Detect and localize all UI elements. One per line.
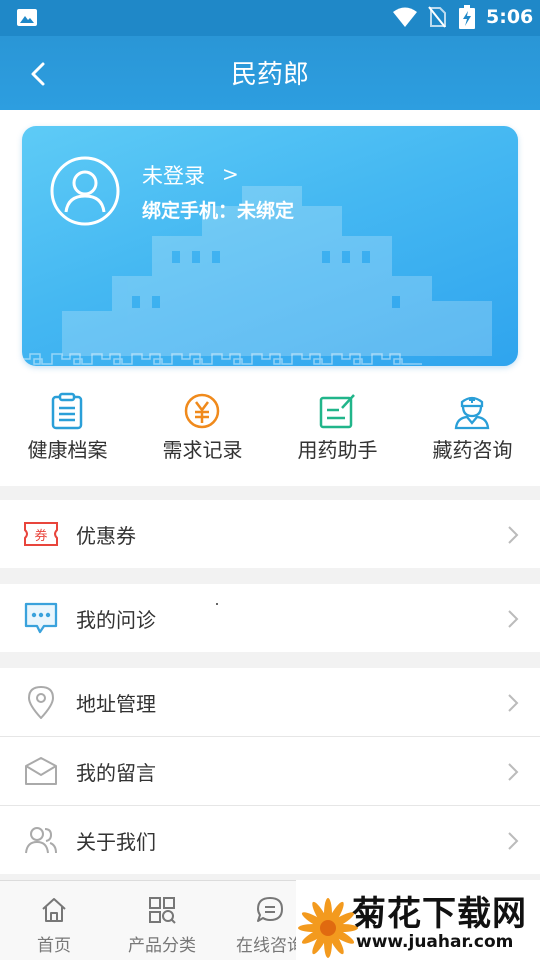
menu-item-address-management[interactable]: 地址管理 <box>0 668 540 736</box>
menu-item-label: 地址管理 <box>76 692 156 716</box>
quick-action-label: 藏药咨询 <box>432 438 513 462</box>
status-bar: 5:06 <box>0 0 540 36</box>
menu-item-about-us[interactable]: 关于我们 <box>0 806 540 874</box>
nav-tab-label: 首页 <box>37 936 71 956</box>
menu-item-label: 我的问诊 <box>76 608 156 632</box>
doctor-icon <box>454 396 490 430</box>
quick-action-label: 用药助手 <box>297 438 378 462</box>
chevron-right-icon <box>508 832 519 850</box>
chevron-right-icon <box>508 526 519 544</box>
menu-item-label: 我的留言 <box>76 761 156 785</box>
watermark-url: www.juahar.com <box>356 932 514 952</box>
chat-icon <box>257 897 283 922</box>
decorative-border-pattern <box>22 353 422 365</box>
home-icon <box>42 898 66 922</box>
coupon-icon: 券 <box>24 522 58 546</box>
quick-action-demand-records[interactable]: 需求记录 <box>135 386 270 476</box>
no-sim-icon <box>428 6 446 28</box>
site-watermark: 菊花下载网 www.juahar.com <box>296 880 540 960</box>
envelope-icon <box>25 757 57 785</box>
menu-item-my-messages[interactable]: 我的留言 <box>0 737 540 805</box>
nav-tab-label: 产品分类 <box>128 936 196 956</box>
quick-action-label: 需求记录 <box>162 438 243 462</box>
chevron-right-icon <box>508 763 519 781</box>
app-header: 民药郎 <box>0 36 540 110</box>
clock: 5:06 <box>486 6 534 28</box>
quick-action-health-records[interactable]: 健康档案 <box>0 386 135 476</box>
clipboard-icon <box>51 392 83 430</box>
chevron-right-icon <box>508 694 519 712</box>
stray-dot <box>216 603 218 605</box>
watermark-name: 菊花下载网 <box>352 894 527 934</box>
login-link[interactable]: 未登录 <box>142 160 205 190</box>
users-icon <box>25 827 57 854</box>
menu-item-label: 关于我们 <box>76 830 156 854</box>
phone-binding-status: 绑定手机：未绑定 <box>142 200 295 222</box>
menu-item-label: 优惠券 <box>76 524 136 548</box>
image-notification-icon <box>17 9 37 26</box>
chat-bubble-icon <box>24 602 58 634</box>
yuan-coin-icon <box>184 393 220 429</box>
quick-actions: 健康档案 需求记录 用药助手 藏药咨询 <box>0 386 540 486</box>
coupon-badge-text: 券 <box>34 528 47 544</box>
wifi-icon <box>393 7 417 27</box>
menu-item-coupons[interactable]: 券 优惠券 <box>0 500 540 568</box>
menu-item-my-consultations[interactable]: 我的问诊 <box>0 584 540 652</box>
edit-note-icon <box>319 394 355 429</box>
battery-charging-icon <box>459 5 475 29</box>
nav-tab-product-categories[interactable]: 产品分类 <box>108 881 216 960</box>
page-title: 民药郎 <box>230 60 309 90</box>
quick-action-tibetan-medicine-consult[interactable]: 藏药咨询 <box>405 386 540 476</box>
location-pin-icon <box>27 685 55 719</box>
login-arrow[interactable]: > <box>222 162 239 186</box>
chrysanthemum-logo-icon <box>298 898 358 958</box>
grid-search-icon <box>149 897 176 924</box>
nav-tab-home[interactable]: 首页 <box>0 881 108 960</box>
chevron-right-icon <box>508 610 519 628</box>
avatar-icon[interactable] <box>50 156 120 226</box>
quick-action-medication-assistant[interactable]: 用药助手 <box>270 386 405 476</box>
quick-action-label: 健康档案 <box>27 438 108 462</box>
user-card: 未登录 > 绑定手机：未绑定 <box>22 126 518 366</box>
